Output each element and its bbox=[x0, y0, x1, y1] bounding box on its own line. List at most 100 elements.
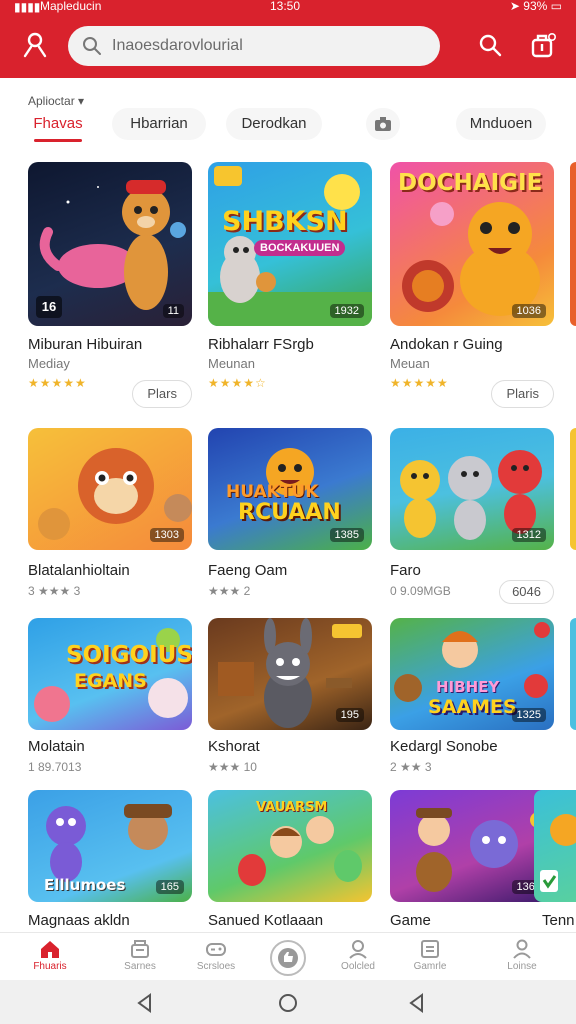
peek-card[interactable] bbox=[570, 428, 576, 550]
play-button[interactable]: Plars bbox=[132, 380, 192, 408]
game-card[interactable]: DOCHAIGIE 1036 Andokan r Guing Meuan ★★★… bbox=[390, 162, 554, 412]
nav-item-games[interactable]: Scrsloes bbox=[186, 939, 246, 972]
search-people-icon bbox=[349, 940, 367, 959]
nav-item-home[interactable]: Fhuaris bbox=[20, 939, 80, 972]
game-card[interactable]: 1312 Faro 0 9.09MGB 6046 bbox=[390, 428, 554, 608]
game-subtitle: Meunan bbox=[208, 356, 255, 371]
game-logo-sub: SAAMES bbox=[428, 696, 517, 718]
size-badge: 1385 bbox=[329, 528, 364, 542]
game-thumbnail[interactable]: HIBHEY SAAMES 1325 bbox=[390, 618, 554, 730]
game-logo-sub: EGANS bbox=[74, 670, 147, 692]
game-logo-sub: RCUAAN bbox=[238, 500, 341, 525]
game-thumbnail[interactable]: HUAKTUK RCUAAN 1385 bbox=[208, 428, 372, 550]
game-thumbnail[interactable]: 16 11 bbox=[28, 162, 192, 326]
thumbs-up-icon bbox=[278, 948, 298, 968]
game-thumbnail[interactable]: DOCHAIGIE 1036 bbox=[390, 162, 554, 326]
account-icon[interactable] bbox=[20, 30, 50, 60]
game-thumbnail[interactable]: 195 bbox=[208, 618, 372, 730]
nav-label: Gamrle bbox=[413, 961, 447, 972]
search-input[interactable] bbox=[112, 34, 422, 58]
tab-camera[interactable] bbox=[366, 108, 400, 140]
game-meta: 1 89.7013 bbox=[28, 760, 82, 774]
nav-item-profile[interactable]: Loinse bbox=[492, 939, 552, 972]
game-subtitle: Mediay bbox=[28, 356, 70, 371]
notification-icon[interactable] bbox=[528, 30, 558, 60]
gamepad-icon bbox=[206, 943, 226, 956]
game-title[interactable]: Kshorat bbox=[208, 738, 260, 755]
game-title[interactable]: Blatalanhioltain bbox=[28, 562, 130, 579]
game-card[interactable]: HIBHEY SAAMES 1325 Kedargl Sonobe 2 ★★ 3 bbox=[390, 618, 554, 778]
game-thumbnail[interactable]: 1303 bbox=[28, 428, 192, 550]
nav-label: Sarnes bbox=[124, 961, 156, 972]
game-title[interactable]: Kedargl Sonobe bbox=[390, 738, 498, 755]
tab-featured[interactable]: Fhavas bbox=[32, 108, 84, 142]
game-card[interactable]: SOIGOIUS EGANS Molatain 1 89.7013 bbox=[28, 618, 192, 778]
game-meta: ★★★ 10 bbox=[208, 760, 257, 774]
size-badge: 1312 bbox=[511, 528, 546, 542]
battery-icon: ▭ bbox=[547, 0, 562, 13]
play-button[interactable]: 6046 bbox=[499, 580, 554, 604]
nav-item-library[interactable]: Gamrle bbox=[400, 939, 460, 972]
game-thumbnail[interactable]: 1365 bbox=[390, 790, 554, 902]
game-thumbnail[interactable]: VAUARSM bbox=[208, 790, 372, 902]
game-title[interactable]: Miburan Hibuiran bbox=[28, 336, 142, 353]
size-badge: 165 bbox=[155, 880, 184, 894]
game-title[interactable]: Sanued Kotlaaan bbox=[208, 912, 323, 929]
game-title[interactable]: Faro bbox=[390, 562, 421, 579]
game-thumbnail[interactable]: SOIGOIUS EGANS bbox=[28, 618, 192, 730]
carrier-label: Mapleducin bbox=[40, 0, 102, 13]
back-icon[interactable] bbox=[134, 992, 156, 1014]
tab-hbarrian[interactable]: Hbarrian bbox=[112, 108, 206, 140]
game-title[interactable]: Ribhalarr FSrgb bbox=[208, 336, 314, 353]
peek-card[interactable] bbox=[534, 790, 576, 902]
game-title[interactable]: Faeng Oam bbox=[208, 562, 287, 579]
tab-mnduoen[interactable]: Mnduoen bbox=[456, 108, 546, 140]
game-thumbnail[interactable]: 1312 bbox=[390, 428, 554, 550]
nav-label: Oolcled bbox=[341, 961, 375, 972]
nav-item-search-people[interactable]: Oolcled bbox=[328, 939, 388, 972]
rating-stars: ★★★★★ bbox=[390, 376, 449, 390]
game-card[interactable]: HUAKTUK RCUAAN 1385 Faeng Oam ★★★ 2 bbox=[208, 428, 372, 608]
game-thumbnail[interactable]: Elllumoes 165 bbox=[28, 790, 192, 902]
game-card[interactable]: 195 Kshorat ★★★ 10 bbox=[208, 618, 372, 778]
size-badge: 1932 bbox=[329, 304, 364, 318]
game-card[interactable]: 16 11 Miburan Hibuiran Mediay ★★★★★ Plar… bbox=[28, 162, 192, 412]
recents-icon[interactable] bbox=[406, 992, 428, 1014]
store-icon bbox=[131, 940, 149, 958]
game-card[interactable]: 1365 Game bbox=[390, 790, 554, 932]
category-tabs: Fhavas Hbarrian Derodkan Mnduoen bbox=[0, 108, 576, 142]
game-logo: DOCHAIGIE bbox=[398, 170, 543, 196]
home-icon bbox=[41, 941, 59, 958]
game-title[interactable]: Molatain bbox=[28, 738, 85, 755]
home-button-icon[interactable] bbox=[277, 992, 299, 1014]
play-button[interactable]: Plaris bbox=[491, 380, 554, 408]
game-card[interactable]: Elllumoes 165 Magnaas akldn bbox=[28, 790, 192, 932]
game-logo: HUAKTUK bbox=[226, 482, 319, 502]
game-title[interactable]: Andokan r Guing bbox=[390, 336, 503, 353]
game-logo-sub: BOCKAKUUEN bbox=[254, 240, 346, 256]
game-title[interactable]: Game bbox=[390, 912, 431, 929]
character-art bbox=[540, 814, 576, 892]
peek-card[interactable] bbox=[570, 618, 576, 730]
game-meta: 2 ★★ 3 bbox=[390, 760, 432, 774]
peek-card[interactable] bbox=[570, 162, 576, 326]
game-logo: HIBHEY bbox=[436, 678, 500, 696]
size-badge: 195 bbox=[335, 708, 364, 722]
game-thumbnail[interactable]: SHBKSN BOCKAKUUEN 1932 bbox=[208, 162, 372, 326]
search-icon[interactable] bbox=[476, 32, 504, 60]
location-icon: ➤ bbox=[509, 0, 524, 13]
peek-title[interactable]: Tenn bbox=[542, 912, 575, 929]
nav-item-store[interactable]: Sarnes bbox=[110, 939, 170, 972]
game-card[interactable]: VAUARSM Sanued Kotlaaan bbox=[208, 790, 372, 932]
app-header: ▮▮▮▮ Mapleducin 13:50 ➤ 93% ▭ bbox=[0, 0, 576, 78]
game-card[interactable]: SHBKSN BOCKAKUUEN 1932 Ribhalarr FSrgb M… bbox=[208, 162, 372, 412]
game-title[interactable]: Magnaas akldn bbox=[28, 912, 130, 929]
search-bar[interactable] bbox=[68, 26, 440, 66]
nav-label: Loinse bbox=[507, 961, 537, 972]
game-card[interactable]: 1303 Blatalanhioltain 3 ★★★ 3 bbox=[28, 428, 192, 608]
filter-dropdown[interactable]: Aplioctar ▾ bbox=[28, 94, 84, 108]
tab-derodkan[interactable]: Derodkan bbox=[226, 108, 322, 140]
battery-percent: 93% bbox=[523, 0, 548, 13]
center-action-button[interactable] bbox=[270, 940, 306, 976]
nav-label: Fhuaris bbox=[33, 961, 67, 972]
